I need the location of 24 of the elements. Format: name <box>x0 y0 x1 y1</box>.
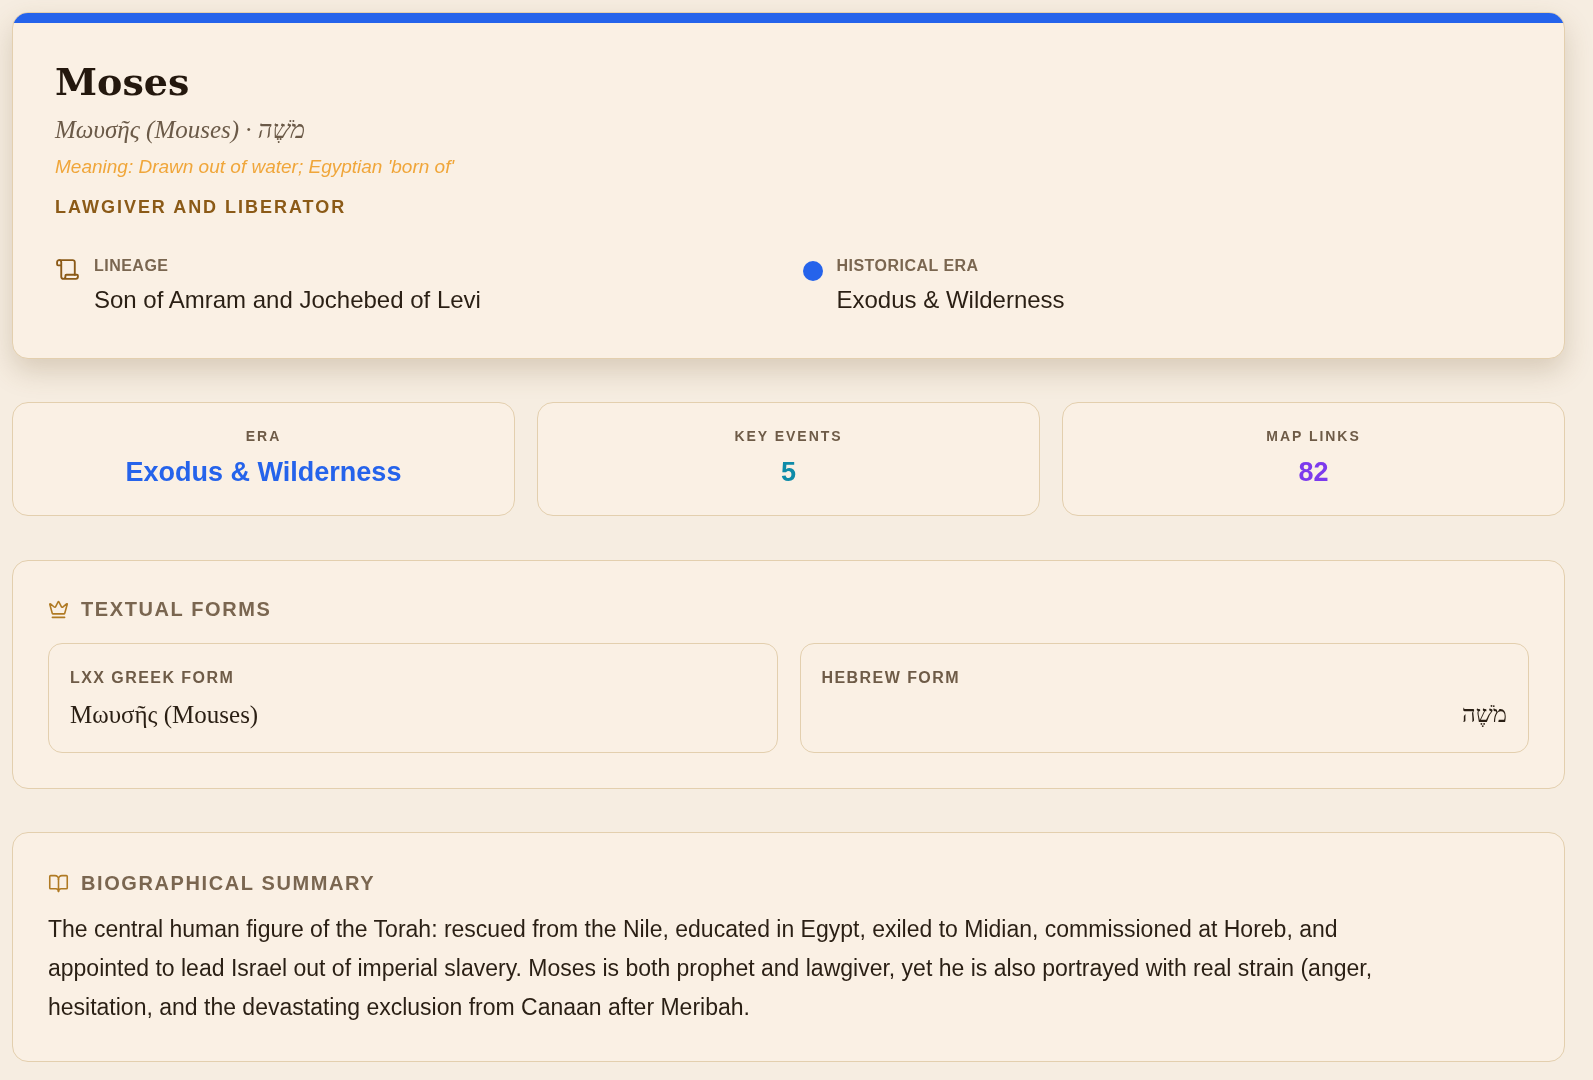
name-forms: Μωυσῆς (Mouses) · מֹשֶׁה <box>55 115 307 146</box>
detail-label: LINEAGE <box>94 256 170 276</box>
stat-label: ERA <box>245 427 282 445</box>
summary-text: The central human figure of the Torah: rescued from the Nile, educated in Egypt, exiled to Midian, commissioned at Horeb, and appointed to lead Israel out of imperial slavery. Moses is both prophet and lawgiver, yet he is also portrayed with real strain (anger, hesitation, and the devastating exclusion from Canaan after Meribah. <box>48 915 1374 1022</box>
detail-label: HISTORICAL ERA <box>836 256 980 276</box>
form-value: מֹשֶׁה <box>1461 700 1507 729</box>
form-value: Μωυσῆς (Mouses) <box>70 700 260 730</box>
form-label: HEBREW FORM <box>821 668 961 688</box>
stat-label: KEY EVENTS <box>734 427 843 445</box>
stat-value: Exodus & Wilderness <box>125 456 402 489</box>
role-label: LAWGIVER AND LIBERATOR <box>55 196 348 219</box>
name-meaning: Meaning: Drawn out of water; Egyptian 'born of' <box>55 155 456 179</box>
person-name: Moses <box>55 58 191 106</box>
scroll-icon <box>55 257 80 282</box>
form-label: LXX GREEK FORM <box>70 668 236 688</box>
detail-value: Exodus & Wilderness <box>836 285 1065 315</box>
section-title: TEXTUAL FORMS <box>81 597 272 622</box>
book-icon <box>48 872 69 894</box>
section-title: BIOGRAPHICAL SUMMARY <box>81 871 376 896</box>
stat-value: 82 <box>1298 456 1329 489</box>
stat-value: 5 <box>781 456 796 489</box>
stat-label: MAP LINKS <box>1266 427 1361 445</box>
detail-value: Son of Amram and Jochebed of Levi <box>94 285 481 315</box>
crown-icon <box>48 598 69 620</box>
